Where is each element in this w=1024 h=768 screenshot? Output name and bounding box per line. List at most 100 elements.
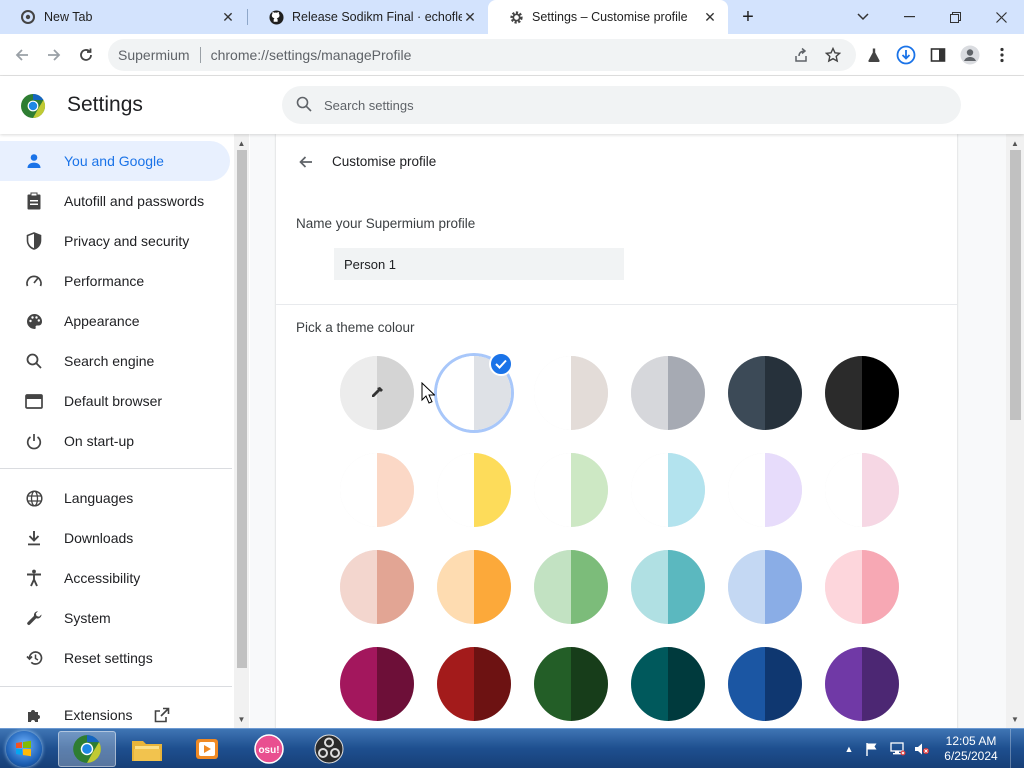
close-tab-icon[interactable]: ✕: [462, 9, 478, 25]
scroll-down-arrow-icon[interactable]: ▼: [1006, 712, 1024, 726]
subpage-title: Customise profile: [332, 154, 437, 169]
theme-colour-swatch[interactable]: [437, 550, 511, 624]
labs-flask-icon[interactable]: [864, 45, 884, 65]
theme-colour-swatch[interactable]: [825, 356, 899, 430]
sidebar-item-label: Languages: [64, 490, 134, 506]
close-window-button[interactable]: [978, 0, 1024, 34]
taskbar-supermium[interactable]: [58, 731, 116, 767]
theme-colour-swatch[interactable]: [631, 356, 705, 430]
tab-search-chevron-icon[interactable]: [840, 0, 886, 34]
theme-colour-swatch[interactable]: [437, 647, 511, 721]
minimize-button[interactable]: [886, 0, 932, 34]
reload-icon[interactable]: [72, 41, 100, 69]
sidebar-item-reset-settings[interactable]: Reset settings: [0, 638, 230, 678]
shield-icon: [24, 231, 44, 251]
side-panel-icon[interactable]: [928, 45, 948, 65]
scroll-down-arrow-icon[interactable]: ▼: [234, 712, 249, 726]
theme-colour-swatch[interactable]: [728, 453, 802, 527]
sidebar-scrollbar-thumb[interactable]: [237, 150, 247, 668]
theme-colour-swatch[interactable]: [534, 647, 608, 721]
volume-muted-icon[interactable]: [912, 729, 932, 768]
sidebar-item-privacy[interactable]: Privacy and security: [0, 221, 230, 261]
share-icon[interactable]: [792, 46, 810, 64]
theme-colour-swatch[interactable]: [728, 356, 802, 430]
download-icon: [24, 528, 44, 548]
theme-colour-swatch[interactable]: [631, 550, 705, 624]
search-icon: [24, 351, 44, 371]
search-box[interactable]: [282, 86, 961, 124]
theme-colour-swatch[interactable]: [825, 647, 899, 721]
tab-settings-customise-profile[interactable]: Settings – Customise profile ✕: [488, 0, 728, 34]
show-desktop-button[interactable]: [1010, 729, 1024, 768]
sidebar-item-downloads[interactable]: Downloads: [0, 518, 230, 558]
restore-button[interactable]: [932, 0, 978, 34]
theme-colour-swatch[interactable]: [340, 550, 414, 624]
sidebar-item-label: Extensions: [64, 707, 133, 723]
sidebar-item-search-engine[interactable]: Search engine: [0, 341, 230, 381]
sidebar-item-label: Privacy and security: [64, 233, 190, 249]
theme-colour-swatch[interactable]: [825, 550, 899, 624]
theme-colour-swatch[interactable]: [340, 453, 414, 527]
theme-colour-swatch[interactable]: [631, 647, 705, 721]
tab-title: New Tab: [44, 10, 93, 24]
download-indicator-icon[interactable]: [896, 45, 916, 65]
sidebar-item-autofill[interactable]: Autofill and passwords: [0, 181, 230, 221]
taskbar-file-explorer[interactable]: [118, 731, 176, 767]
sidebar-item-system[interactable]: System: [0, 598, 230, 638]
theme-colour-swatch[interactable]: [728, 647, 802, 721]
theme-colour-swatch[interactable]: [631, 453, 705, 527]
sidebar-item-you-and-google[interactable]: You and Google: [0, 141, 230, 181]
sidebar-item-label: Default browser: [64, 393, 163, 409]
network-icon[interactable]: [888, 729, 908, 768]
sidebar-item-default-browser[interactable]: Default browser: [0, 381, 230, 421]
theme-colour-swatch[interactable]: [534, 453, 608, 527]
sidebar-item-accessibility[interactable]: Accessibility: [0, 558, 230, 598]
sidebar-item-performance[interactable]: Performance: [0, 261, 230, 301]
sidebar-item-extensions[interactable]: Extensions: [0, 695, 230, 728]
theme-colour-swatch[interactable]: [825, 453, 899, 527]
more-menu-icon[interactable]: [992, 45, 1012, 65]
tab-github-release[interactable]: Release Sodikm Final · echofles… ✕: [248, 0, 488, 34]
scroll-up-arrow-icon[interactable]: ▲: [1006, 136, 1024, 150]
taskbar-media-player[interactable]: [178, 731, 236, 767]
custom-colour-swatch[interactable]: [340, 356, 414, 430]
profile-name-input[interactable]: [334, 248, 624, 280]
show-hidden-icons-icon[interactable]: ▲: [842, 729, 856, 768]
history-icon: [24, 648, 44, 668]
theme-colour-swatch[interactable]: [728, 550, 802, 624]
external-link-icon: [154, 707, 170, 723]
profile-avatar-icon[interactable]: [960, 45, 980, 65]
theme-colour-swatch[interactable]: [534, 550, 608, 624]
theme-colour-swatch[interactable]: [340, 647, 414, 721]
sidebar-item-on-start-up[interactable]: On start-up: [0, 421, 230, 461]
supermium-icon: [20, 9, 36, 25]
close-tab-icon[interactable]: ✕: [220, 9, 236, 25]
back-arrow-icon[interactable]: [8, 41, 36, 69]
forward-arrow-icon[interactable]: [40, 41, 68, 69]
page-scrollbar-thumb[interactable]: [1010, 150, 1021, 420]
browser-window-icon: [24, 391, 44, 411]
sidebar-item-label: Reset settings: [64, 650, 153, 666]
action-center-flag-icon[interactable]: [862, 729, 882, 768]
theme-colour-swatch[interactable]: [437, 453, 511, 527]
close-tab-icon[interactable]: ✕: [702, 9, 718, 25]
scroll-up-arrow-icon[interactable]: ▲: [234, 136, 249, 150]
page-title: Settings: [67, 93, 143, 116]
taskbar-osu[interactable]: osu!: [240, 731, 298, 767]
sidebar-item-languages[interactable]: Languages: [0, 478, 230, 518]
start-button[interactable]: [6, 731, 42, 767]
mouse-cursor-icon: [421, 381, 436, 404]
tab-new-tab[interactable]: New Tab ✕: [0, 0, 246, 34]
sidebar-item-label: Autofill and passwords: [64, 193, 205, 209]
system-clock[interactable]: 12:05 AM 6/25/2024: [940, 734, 1002, 764]
palette-icon: [24, 311, 44, 331]
sidebar-item-appearance[interactable]: Appearance: [0, 301, 230, 341]
theme-colour-swatch[interactable]: [534, 356, 608, 430]
sidebar-item-label: Appearance: [64, 313, 140, 329]
new-tab-button[interactable]: +: [736, 5, 760, 29]
back-arrow-icon[interactable]: [296, 152, 316, 172]
taskbar-obs[interactable]: [300, 731, 358, 767]
address-bar[interactable]: Supermium chrome://settings/manageProfil…: [108, 39, 856, 71]
search-settings-input[interactable]: [324, 97, 924, 113]
bookmark-star-icon[interactable]: [824, 46, 842, 64]
